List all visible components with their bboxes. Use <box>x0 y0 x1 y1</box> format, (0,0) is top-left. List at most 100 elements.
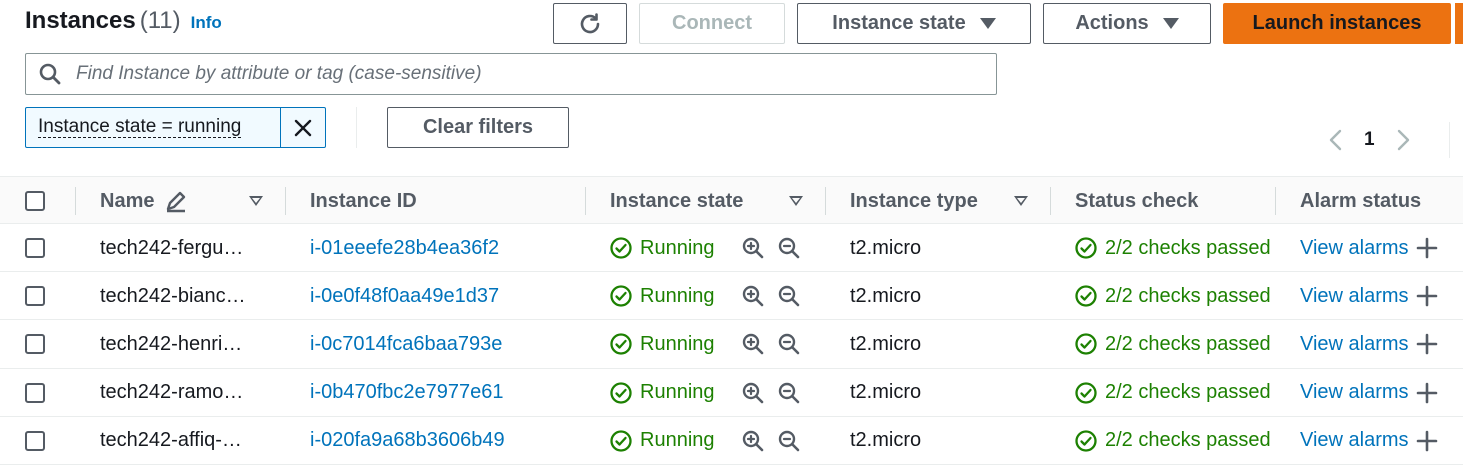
instance-state-text: Running <box>640 381 715 404</box>
row-checkbox-cell <box>25 369 45 417</box>
zoom-out-icon[interactable] <box>777 284 801 308</box>
zoom-in-icon[interactable] <box>741 332 765 356</box>
instance-name: tech242-affiq-… <box>100 429 242 452</box>
info-link[interactable]: Info <box>191 13 222 32</box>
column-resizer[interactable] <box>585 187 586 215</box>
instance-id-link[interactable]: i-01eeefe28b4ea36f2 <box>310 224 499 272</box>
filter-token: Instance state = running <box>25 107 326 148</box>
column-header-status-check[interactable]: Status check <box>1075 177 1198 225</box>
row-checkbox[interactable] <box>25 334 45 355</box>
instance-state-cell: Running <box>610 417 801 465</box>
column-header-instance-type[interactable]: Instance type <box>850 177 978 225</box>
status-check-cell: 2/2 checks passed <box>1075 369 1271 417</box>
view-alarms-link[interactable]: View alarms <box>1300 285 1409 308</box>
view-alarms-link[interactable]: View alarms <box>1300 237 1409 260</box>
table-body: tech242-fergu… i-01eeefe28b4ea36f2 Runni… <box>0 224 1463 465</box>
status-check-text: 2/2 checks passed <box>1105 332 1271 355</box>
instance-name: tech242-bianc… <box>100 284 246 307</box>
check-circle-icon <box>1075 381 1097 404</box>
caret-down-icon <box>979 18 996 29</box>
row-checkbox[interactable] <box>25 430 45 451</box>
pagination: 1 <box>1326 124 1413 156</box>
sort-instance-type-button[interactable] <box>1014 177 1028 225</box>
zoom-in-icon[interactable] <box>741 284 765 308</box>
zoom-out-icon[interactable] <box>777 332 801 356</box>
sort-caret-icon <box>249 196 263 206</box>
page-number[interactable]: 1 <box>1364 129 1375 151</box>
edit-icon <box>164 189 188 213</box>
instance-state-cell: Running <box>610 224 801 272</box>
add-alarm-icon[interactable] <box>1415 381 1439 405</box>
launch-instances-button[interactable]: Launch instances <box>1223 3 1451 44</box>
connect-button[interactable]: Connect <box>639 3 785 44</box>
column-header-instance-state[interactable]: Instance state <box>610 177 743 225</box>
sort-name-button[interactable] <box>249 177 263 225</box>
table-row[interactable]: tech242-affiq-… i-020fa9a68b3606b49 Runn… <box>0 417 1463 465</box>
column-header-alarm-status[interactable]: Alarm status <box>1300 177 1421 225</box>
view-alarms-link[interactable]: View alarms <box>1300 333 1409 356</box>
sort-caret-icon <box>1014 196 1028 206</box>
column-header-instance-id[interactable]: Instance ID <box>310 177 417 225</box>
clear-filters-button[interactable]: Clear filters <box>387 107 569 148</box>
instance-id-link[interactable]: i-020fa9a68b3606b49 <box>310 417 505 465</box>
instances-table: Name Instance ID Instance state Instance… <box>0 176 1463 465</box>
column-header-name-label: Name <box>100 189 155 212</box>
column-header-name[interactable]: Name <box>100 177 188 225</box>
zoom-in-icon[interactable] <box>741 236 765 260</box>
row-checkbox[interactable] <box>25 382 45 403</box>
close-icon <box>293 118 313 138</box>
check-circle-icon <box>610 430 632 452</box>
sort-instance-state-button[interactable] <box>789 177 803 225</box>
zoom-in-icon[interactable] <box>741 429 765 453</box>
table-row[interactable]: tech242-bianc… i-0e0f48f0aa49e1d37 Runni… <box>0 272 1463 321</box>
instance-type: t2.micro <box>850 381 922 404</box>
instance-state-dropdown[interactable]: Instance state <box>797 3 1031 44</box>
add-alarm-icon[interactable] <box>1415 332 1439 356</box>
refresh-button[interactable] <box>553 3 627 44</box>
column-resizer[interactable] <box>825 187 826 215</box>
select-all-checkbox[interactable] <box>25 191 45 211</box>
status-check-text: 2/2 checks passed <box>1105 381 1271 404</box>
chevron-right-icon[interactable] <box>1393 128 1413 152</box>
zoom-out-icon[interactable] <box>777 381 801 405</box>
actions-dropdown[interactable]: Actions <box>1043 3 1211 44</box>
row-checkbox-cell <box>25 224 45 272</box>
search-input[interactable] <box>74 54 996 94</box>
launch-instances-label: Launch instances <box>1252 12 1422 34</box>
alarm-status-cell: View alarms <box>1300 272 1439 320</box>
column-resizer[interactable] <box>1050 187 1051 215</box>
row-checkbox[interactable] <box>25 286 45 307</box>
table-row[interactable]: tech242-henri… i-0c7014fca6baa793e Runni… <box>0 320 1463 369</box>
alarm-status-cell: View alarms <box>1300 369 1439 417</box>
instance-id-link[interactable]: i-0e0f48f0aa49e1d37 <box>310 272 499 320</box>
add-alarm-icon[interactable] <box>1415 284 1439 308</box>
instance-count: (11) <box>139 7 181 34</box>
status-check-cell: 2/2 checks passed <box>1075 272 1271 320</box>
filter-token-text: Instance state = running <box>38 116 242 138</box>
status-check-cell: 2/2 checks passed <box>1075 417 1271 465</box>
launch-split-button[interactable] <box>1455 3 1463 44</box>
zoom-in-icon[interactable] <box>741 381 765 405</box>
remove-filter-button[interactable] <box>280 108 325 147</box>
column-resizer[interactable] <box>1275 187 1276 215</box>
zoom-out-icon[interactable] <box>777 236 801 260</box>
status-check-cell: 2/2 checks passed <box>1075 320 1271 368</box>
chevron-left-icon[interactable] <box>1326 128 1346 152</box>
filter-token-label[interactable]: Instance state = running <box>26 108 280 147</box>
add-alarm-icon[interactable] <box>1415 236 1439 260</box>
page-title: Instances (11) Info <box>25 7 222 35</box>
row-checkbox[interactable] <box>25 238 45 258</box>
table-row[interactable]: tech242-ramo… i-0b470fbc2e7977e61 Runnin… <box>0 369 1463 417</box>
instance-name: tech242-henri… <box>100 332 243 355</box>
view-alarms-link[interactable]: View alarms <box>1300 429 1409 452</box>
instance-id-link[interactable]: i-0c7014fca6baa793e <box>310 320 502 368</box>
view-alarms-link[interactable]: View alarms <box>1300 381 1409 404</box>
column-resizer[interactable] <box>75 187 76 215</box>
instance-state-text: Running <box>640 284 715 307</box>
column-resizer[interactable] <box>285 187 286 215</box>
add-alarm-icon[interactable] <box>1415 429 1439 453</box>
table-row[interactable]: tech242-fergu… i-01eeefe28b4ea36f2 Runni… <box>0 224 1463 273</box>
zoom-out-icon[interactable] <box>777 429 801 453</box>
instance-id-link[interactable]: i-0b470fbc2e7977e61 <box>310 369 504 417</box>
instance-name: tech242-fergu… <box>100 236 244 259</box>
